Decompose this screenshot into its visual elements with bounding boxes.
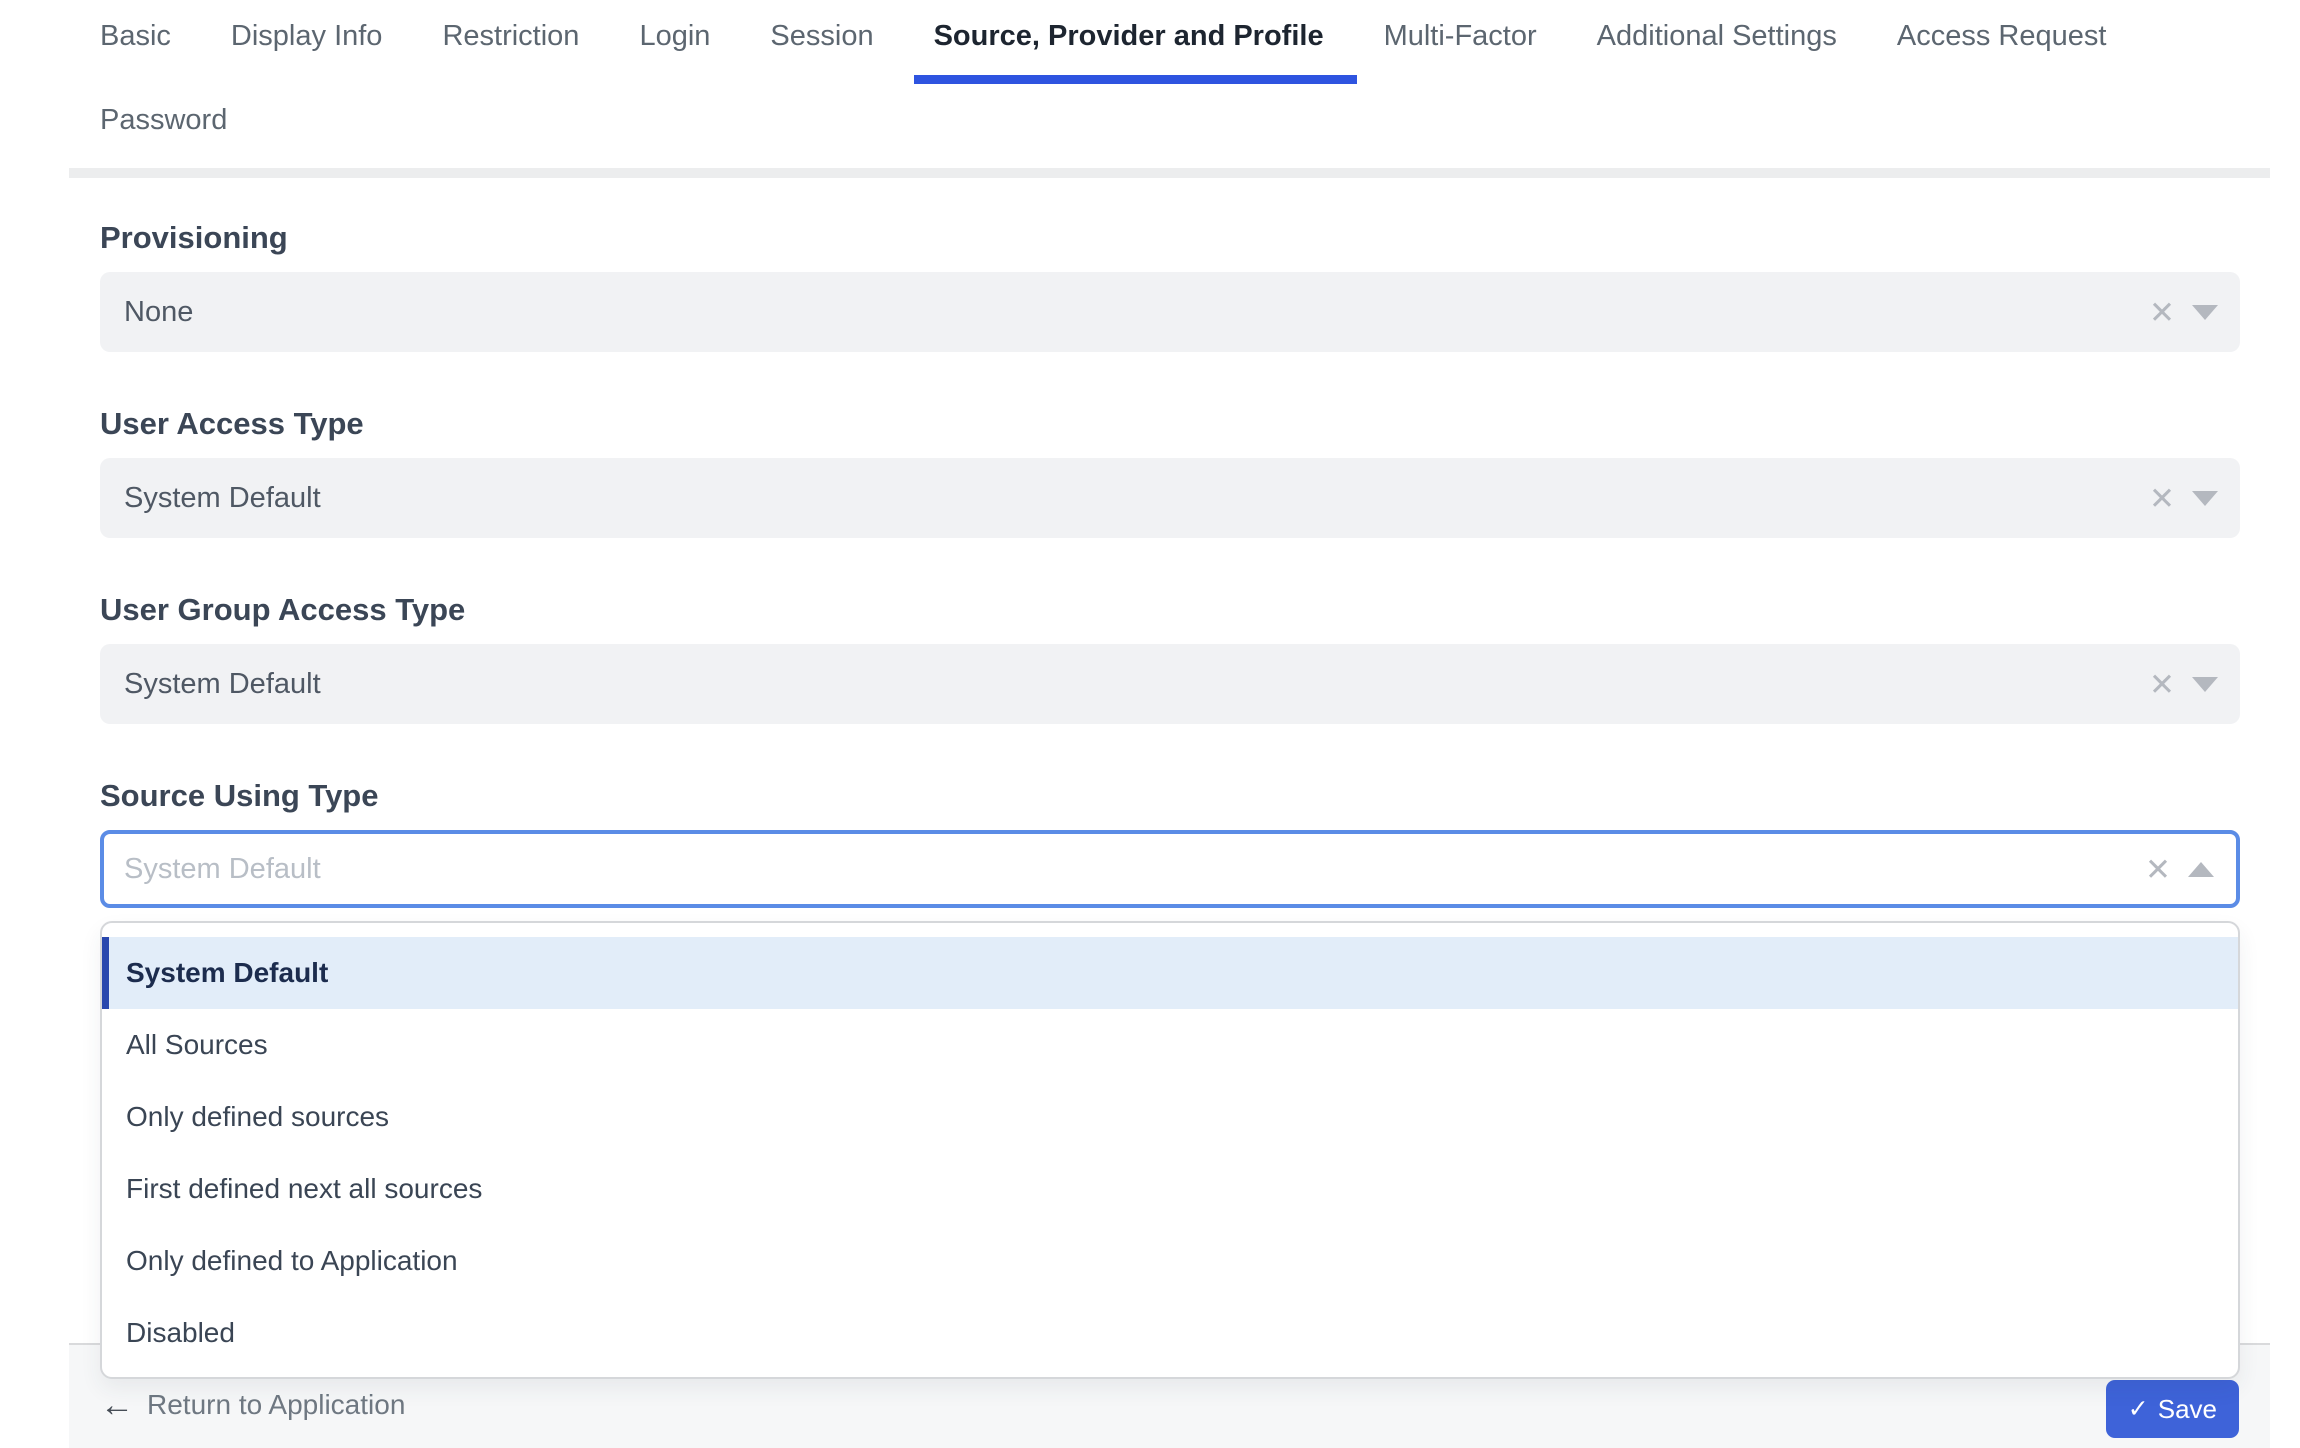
chevron-down-icon bbox=[2192, 304, 2218, 320]
application-settings-page: Basic Display Info Restriction Login Ses… bbox=[0, 0, 2300, 1448]
source-using-type-select[interactable]: ✕ bbox=[100, 830, 2240, 908]
dropdown-option-all-sources[interactable]: All Sources bbox=[102, 1009, 2238, 1081]
source-using-type-dropdown: System Default All Sources Only defined … bbox=[100, 921, 2240, 1379]
user-group-access-type-label: User Group Access Type bbox=[100, 592, 466, 627]
user-access-type-select-value: System Default bbox=[124, 481, 321, 514]
provisioning-select-value: None bbox=[124, 295, 194, 328]
tab-bar: Basic Display Info Restriction Login Ses… bbox=[100, 0, 2240, 168]
tab-display-info[interactable]: Display Info bbox=[231, 0, 383, 84]
return-to-application-link[interactable]: ← Return to Application bbox=[100, 1388, 405, 1422]
tab-basic[interactable]: Basic bbox=[100, 0, 171, 84]
tab-additional-settings[interactable]: Additional Settings bbox=[1597, 0, 1837, 84]
tabs-divider bbox=[69, 168, 2270, 178]
check-icon: ✓ bbox=[2127, 1394, 2149, 1423]
clear-icon[interactable]: ✕ bbox=[2145, 854, 2171, 885]
dropdown-option-disabled[interactable]: Disabled bbox=[102, 1297, 2238, 1369]
dropdown-option-system-default[interactable]: System Default bbox=[102, 937, 2238, 1009]
tab-multi-factor[interactable]: Multi-Factor bbox=[1384, 0, 1537, 84]
user-group-access-type-select-value: System Default bbox=[124, 667, 321, 700]
back-arrow-icon: ← bbox=[100, 1385, 134, 1424]
chevron-down-icon bbox=[2192, 490, 2218, 506]
provisioning-label: Provisioning bbox=[100, 220, 288, 255]
tab-restriction[interactable]: Restriction bbox=[442, 0, 579, 84]
user-access-type-select[interactable]: System Default ✕ bbox=[100, 458, 2240, 538]
dropdown-option-only-defined-sources[interactable]: Only defined sources bbox=[102, 1081, 2238, 1153]
dropdown-option-only-defined-to-application[interactable]: Only defined to Application bbox=[102, 1225, 2238, 1297]
provisioning-select[interactable]: None ✕ bbox=[100, 272, 2240, 352]
tab-password[interactable]: Password bbox=[100, 84, 227, 168]
chevron-up-icon bbox=[2188, 861, 2214, 877]
tab-session[interactable]: Session bbox=[770, 0, 873, 84]
source-using-type-label: Source Using Type bbox=[100, 778, 379, 813]
form-content: Provisioning None ✕ User Access Type Sys… bbox=[100, 220, 2240, 1379]
user-group-access-type-select[interactable]: System Default ✕ bbox=[100, 644, 2240, 724]
user-access-type-label: User Access Type bbox=[100, 406, 364, 441]
chevron-down-icon bbox=[2192, 676, 2218, 692]
clear-icon[interactable]: ✕ bbox=[2149, 483, 2175, 514]
tab-access-request[interactable]: Access Request bbox=[1897, 0, 2107, 84]
return-to-application-label: Return to Application bbox=[147, 1388, 406, 1420]
tab-login[interactable]: Login bbox=[639, 0, 710, 84]
save-button-label: Save bbox=[2157, 1393, 2217, 1424]
tab-source-provider-and-profile[interactable]: Source, Provider and Profile bbox=[913, 0, 1357, 84]
clear-icon[interactable]: ✕ bbox=[2149, 297, 2175, 328]
source-using-type-input[interactable] bbox=[124, 852, 1724, 886]
dropdown-option-first-defined-next-all-sources[interactable]: First defined next all sources bbox=[102, 1153, 2238, 1225]
save-button[interactable]: ✓ Save bbox=[2105, 1380, 2239, 1438]
clear-icon[interactable]: ✕ bbox=[2149, 669, 2175, 700]
